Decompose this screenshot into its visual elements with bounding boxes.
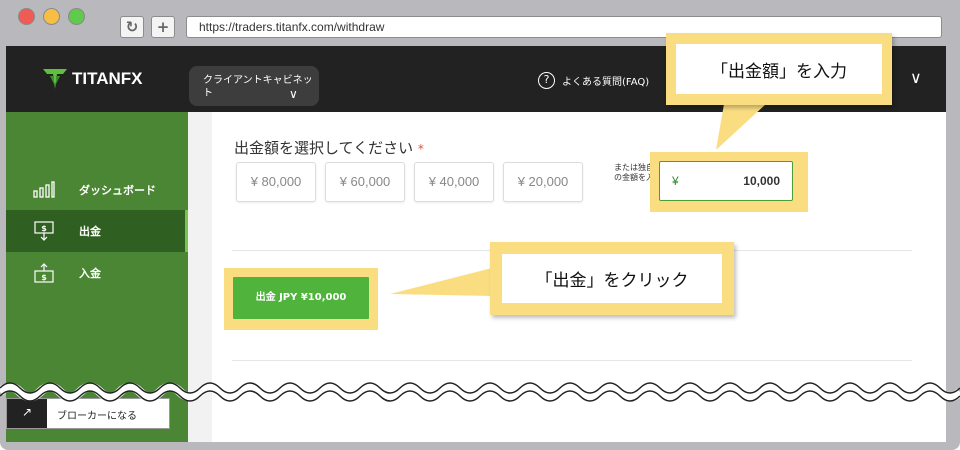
chevron-down-icon[interactable]: ∨	[910, 68, 922, 87]
preset-amount-button[interactable]: ¥ 40,000	[414, 162, 494, 202]
preset-amount-button[interactable]: ¥ 80,000	[236, 162, 316, 202]
question-icon: ?	[538, 71, 555, 89]
callout-enter-amount: 「出金額」を入力	[666, 33, 892, 105]
sidebar-item-label: 出金	[79, 225, 101, 238]
bar-chart-icon	[33, 180, 55, 200]
withdraw-icon: $	[33, 221, 55, 241]
amount-input[interactable]: ¥ 10,000	[659, 161, 793, 201]
amount-input-value: 10,000	[743, 174, 780, 188]
sidebar-item-dashboard[interactable]: ダッシュボード	[6, 169, 188, 211]
sidebar-item-deposit[interactable]: $ 入金	[6, 252, 188, 294]
faq-label: よくある質問(FAQ)	[562, 76, 650, 88]
callout-text: 「出金」をクリック	[502, 254, 722, 303]
faq-link[interactable]: ? よくある質問(FAQ)	[538, 70, 649, 90]
callout-click-withdraw: 「出金」をクリック	[490, 242, 734, 315]
button-highlight: 出金 JPY ¥10,000	[224, 268, 378, 330]
svg-text:$: $	[41, 273, 47, 282]
deposit-icon: $	[33, 263, 55, 283]
titan-logo-icon	[43, 69, 67, 89]
preset-amount-button[interactable]: ¥ 20,000	[503, 162, 583, 202]
titanfx-logo[interactable]: TITANFX	[42, 66, 143, 92]
minimize-window-button[interactable]	[43, 8, 60, 25]
browser-window: ↻ + https://traders.titanfx.com/withdraw…	[0, 0, 960, 450]
plus-icon[interactable]: +	[151, 16, 175, 38]
custom-amount-hint: または独自の金額を入	[614, 163, 654, 182]
sidebar-item-label: 入金	[79, 267, 101, 280]
input-highlight: ¥ 10,000	[650, 152, 808, 212]
sidebar-item-label: ダッシュボード	[79, 184, 156, 197]
sidebar-item-withdraw[interactable]: $ 出金	[6, 210, 188, 252]
preset-amount-button[interactable]: ¥ 60,000	[325, 162, 405, 202]
withdraw-button[interactable]: 出金 JPY ¥10,000	[233, 277, 369, 319]
close-window-button[interactable]	[18, 8, 35, 25]
required-mark: *	[417, 142, 424, 156]
maximize-window-button[interactable]	[68, 8, 85, 25]
logo-text: TITANFX	[72, 69, 143, 88]
client-cabinet-dropdown[interactable]: クライアントキャビネット ∨	[189, 66, 319, 106]
divider	[232, 360, 912, 361]
amount-section-title: 出金額を選択してください *	[234, 137, 424, 158]
currency-symbol: ¥	[672, 174, 679, 188]
chevron-down-icon: ∨	[289, 87, 298, 101]
callout-text: 「出金額」を入力	[676, 44, 882, 94]
reload-icon[interactable]: ↻	[120, 16, 144, 38]
amount-title-text: 出金額を選択してください	[234, 139, 414, 157]
become-broker-label: ブローカーになる	[57, 411, 137, 422]
svg-text:$: $	[41, 224, 47, 233]
torn-edge	[0, 382, 960, 402]
